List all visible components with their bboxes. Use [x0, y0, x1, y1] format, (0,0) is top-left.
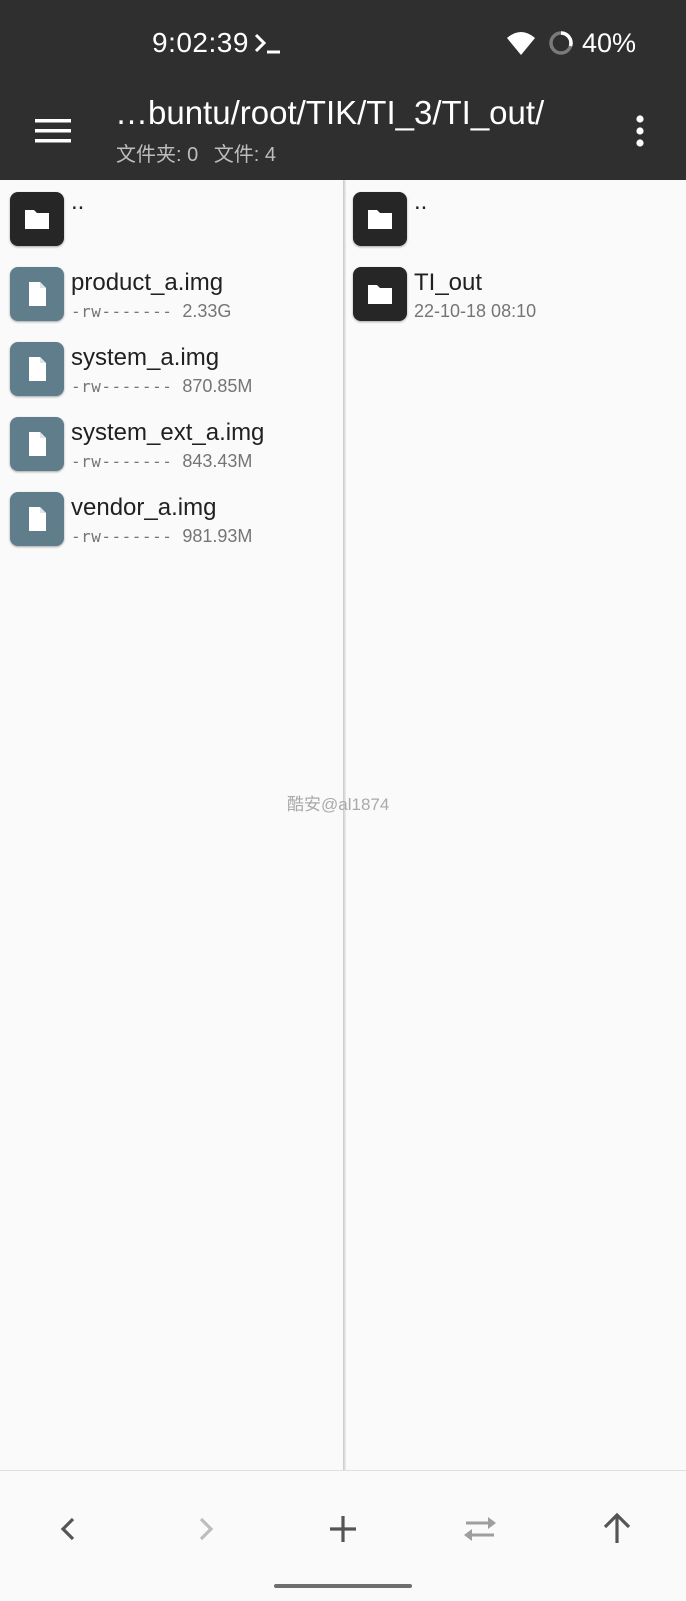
- list-item[interactable]: system_ext_a.img -rw------- 843.43M: [0, 405, 343, 479]
- file-permissions: -rw-------: [71, 302, 173, 321]
- status-time: 9:02:39: [152, 27, 249, 58]
- file-size: 843.43M: [182, 451, 253, 471]
- folder-date: 22-10-18 08:10: [414, 301, 537, 321]
- path-summary: 文件夹: 0 文件: 4: [116, 138, 286, 167]
- gesture-handle[interactable]: [274, 1584, 412, 1588]
- parent-dir-row[interactable]: ..: [0, 180, 343, 254]
- wifi-icon: [507, 32, 535, 55]
- right-pane[interactable]: .. TI_out 22-10-18 08:10: [346, 180, 686, 1470]
- battery-level: 40%: [582, 28, 637, 58]
- bottom-toolbar: [0, 1470, 686, 1601]
- folder-icon: [353, 192, 407, 246]
- file-count: 文件: 4: [213, 144, 277, 166]
- file-icon: [10, 342, 64, 396]
- battery-icon: [549, 31, 573, 55]
- file-permissions: -rw-------: [71, 452, 173, 471]
- menu-icon[interactable]: [30, 108, 76, 154]
- list-item[interactable]: vendor_a.img -rw------- 981.93M: [0, 480, 343, 554]
- file-size: 2.33G: [182, 301, 232, 321]
- app-bar: …buntu/root/TIK/TI_3/TI_out/ 文件夹: 0 文件: …: [0, 88, 686, 180]
- list-item[interactable]: system_a.img -rw------- 870.85M: [0, 330, 343, 404]
- file-icon: [10, 267, 64, 321]
- file-meta: -rw------- 843.43M: [71, 451, 252, 472]
- file-icon: [10, 417, 64, 471]
- folder-count: 文件夹: 0: [116, 144, 199, 166]
- file-meta: -rw------- 2.33G: [71, 301, 231, 322]
- file-name: ..: [414, 188, 428, 215]
- file-meta: -rw------- 981.93M: [71, 526, 252, 547]
- status-bar: 9:02:39 40%: [0, 0, 686, 88]
- forward-icon[interactable]: [182, 1505, 230, 1553]
- more-vert-icon[interactable]: [622, 108, 658, 154]
- up-icon[interactable]: [593, 1505, 641, 1553]
- watermark: 酷安@al1874: [287, 795, 390, 814]
- file-meta: -rw------- 870.85M: [71, 376, 252, 397]
- file-size: 870.85M: [182, 376, 253, 396]
- folder-name: TI_out: [414, 269, 483, 296]
- back-icon[interactable]: [44, 1505, 92, 1553]
- list-item[interactable]: product_a.img -rw------- 2.33G: [0, 255, 343, 329]
- file-permissions: -rw-------: [71, 527, 173, 546]
- terminal-icon: [254, 33, 280, 54]
- file-icon: [10, 492, 64, 546]
- current-path[interactable]: …buntu/root/TIK/TI_3/TI_out/: [115, 94, 544, 132]
- swap-icon[interactable]: [456, 1505, 504, 1553]
- folder-icon: [10, 192, 64, 246]
- file-name: product_a.img: [71, 269, 224, 296]
- folder-icon: [353, 267, 407, 321]
- file-name: vendor_a.img: [71, 494, 217, 521]
- add-icon[interactable]: [319, 1505, 367, 1553]
- file-permissions: -rw-------: [71, 377, 173, 396]
- list-item[interactable]: TI_out 22-10-18 08:10: [346, 255, 686, 329]
- file-name: system_a.img: [71, 344, 220, 371]
- left-pane[interactable]: .. product_a.img -rw------- 2.33G system_…: [0, 180, 343, 1470]
- file-name: system_ext_a.img: [71, 419, 265, 446]
- parent-dir-row[interactable]: ..: [346, 180, 686, 254]
- file-size: 981.93M: [182, 526, 253, 546]
- file-name: ..: [71, 188, 85, 215]
